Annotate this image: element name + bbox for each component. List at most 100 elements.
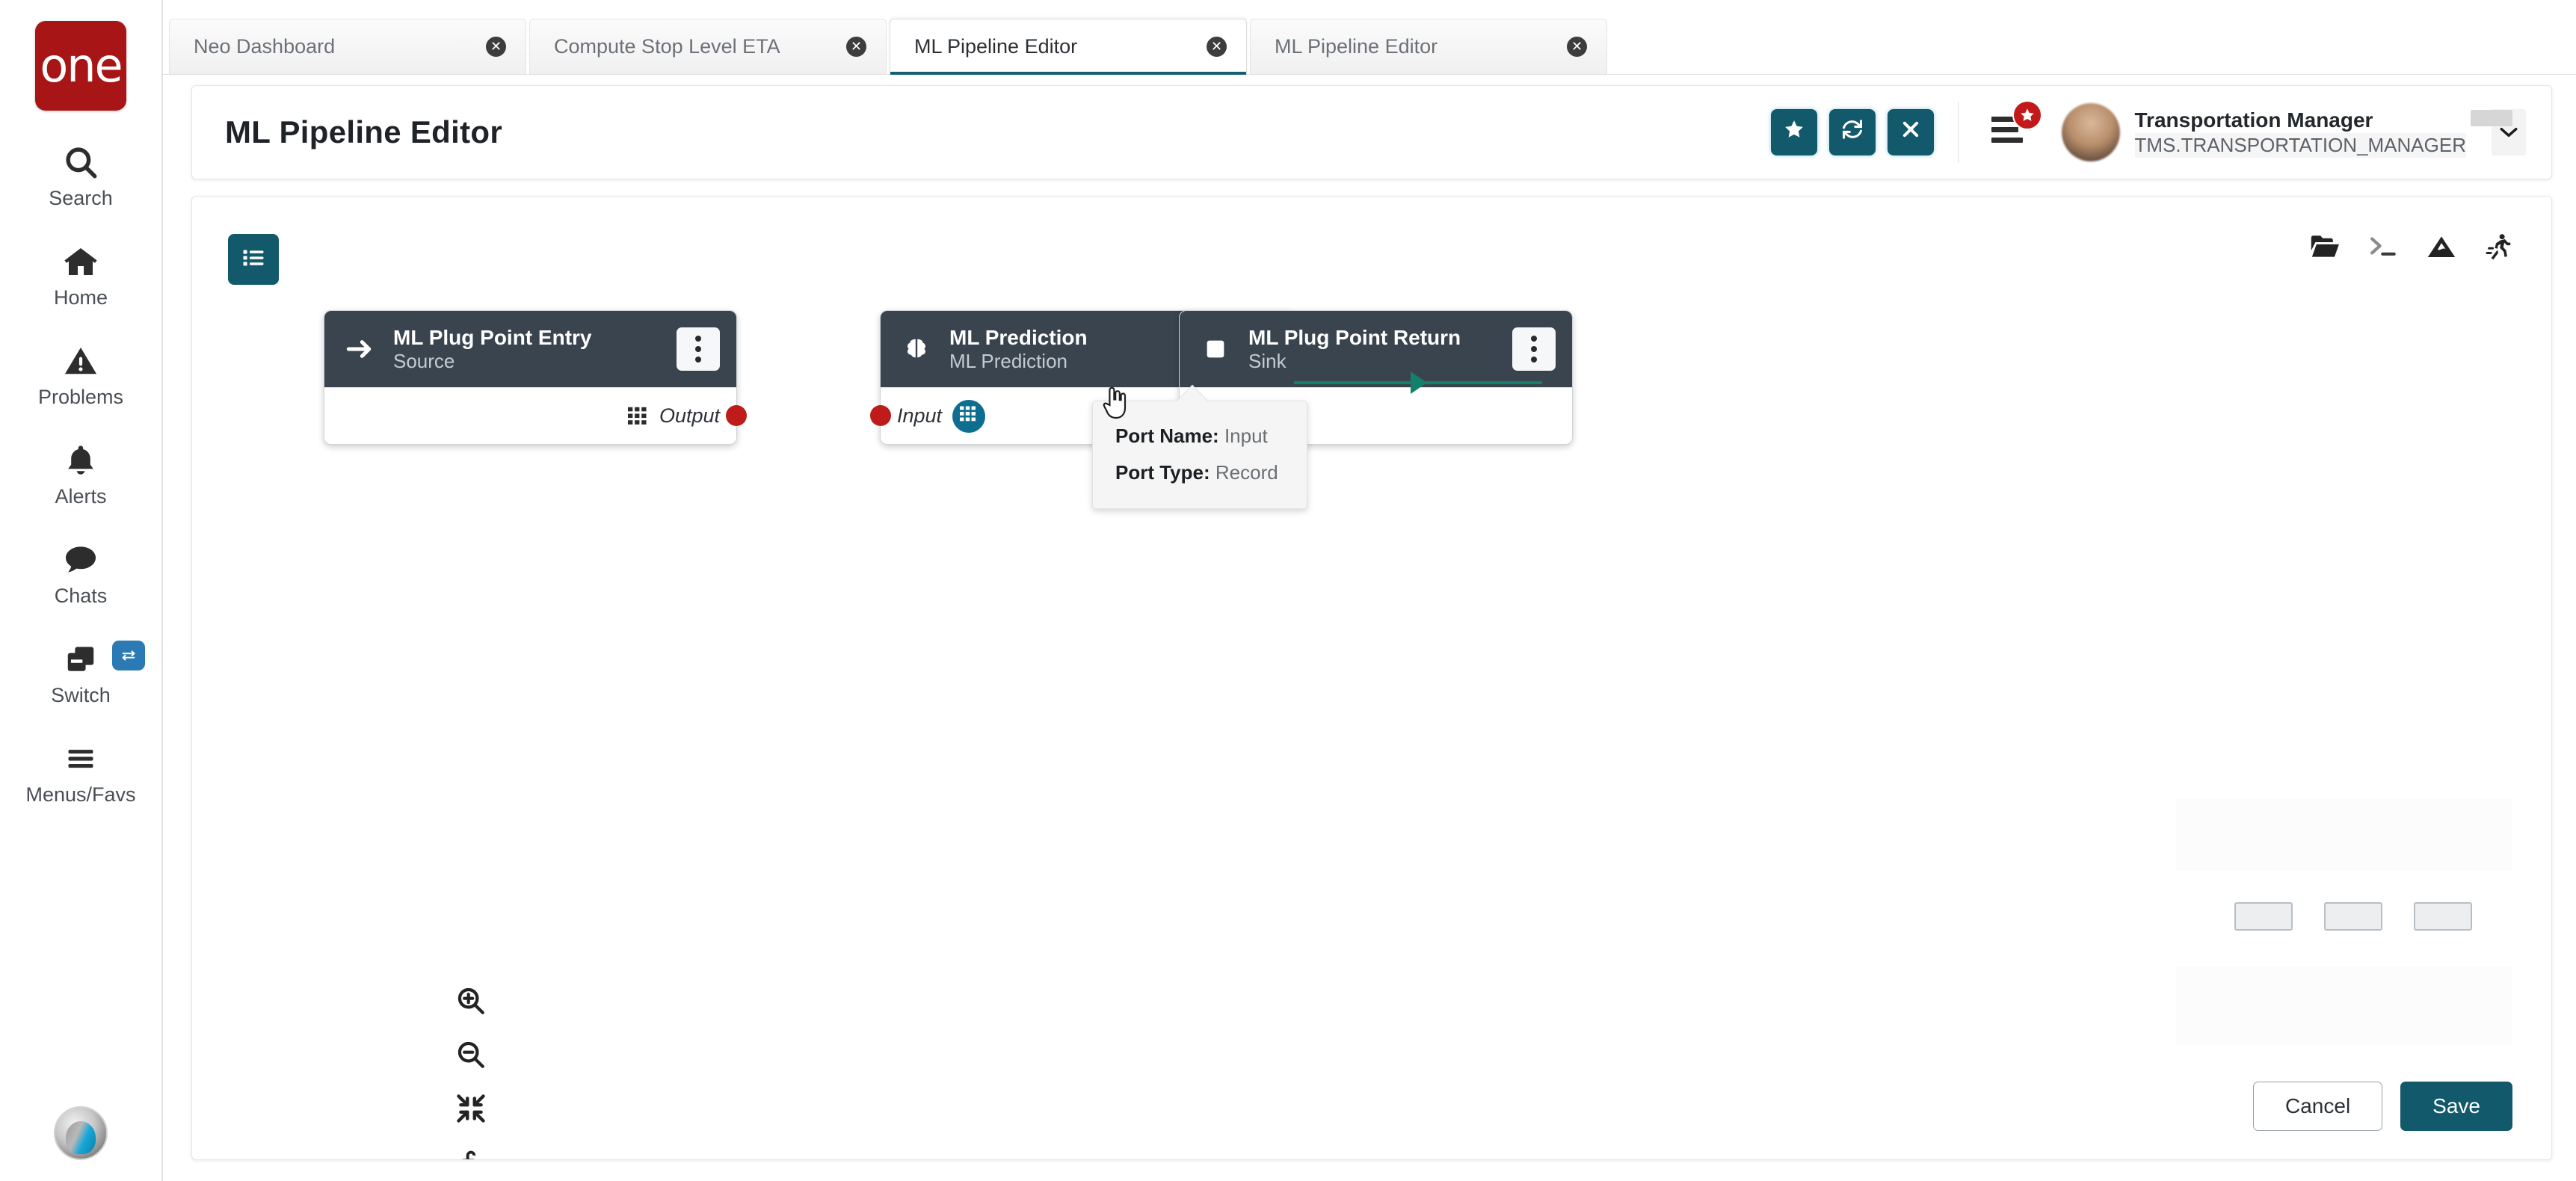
triangle-icon[interactable] — [2426, 233, 2457, 260]
windows-stack-icon — [61, 639, 100, 679]
profile-avatar[interactable] — [54, 1106, 108, 1160]
tab-strip: Neo Dashboard ✕ Compute Stop Level ETA ✕… — [163, 0, 2576, 75]
node-subtitle: ML Prediction — [949, 350, 1067, 373]
node-titles: ML Plug Point Return Sink — [1248, 325, 1496, 373]
lock-button[interactable] — [454, 1146, 488, 1159]
input-port-group: Input — [897, 399, 986, 433]
node-header: ML Plug Point Return Sink — [1180, 311, 1572, 387]
sidebar-item-chats[interactable]: Chats — [0, 540, 161, 608]
close-icon[interactable]: ✕ — [486, 37, 506, 57]
sidebar-item-label: Problems — [37, 386, 124, 408]
tab-ml-pipeline-editor-active[interactable]: ML Pipeline Editor ✕ — [890, 19, 1247, 75]
terminal-icon[interactable] — [2367, 233, 2399, 260]
close-button[interactable] — [1887, 109, 1934, 155]
sidebar-item-label: Search — [49, 187, 113, 209]
node-titles: ML Plug Point Entry Source — [393, 325, 660, 373]
sidebar-item-home[interactable]: Home — [0, 241, 161, 309]
page-title: ML Pipeline Editor — [225, 114, 502, 149]
brand-logo[interactable]: one — [35, 21, 126, 111]
canvas-top-tools — [2309, 232, 2514, 261]
folder-open-icon[interactable] — [2309, 233, 2341, 260]
close-icon[interactable]: ✕ — [846, 37, 866, 57]
refresh-icon — [1840, 117, 1864, 147]
arrow-right-icon — [344, 336, 377, 362]
port-label: Output — [659, 404, 720, 427]
port-dot-input[interactable] — [870, 405, 891, 426]
minimap-node — [2234, 902, 2293, 931]
tab-neo-dashboard[interactable]: Neo Dashboard ✕ — [169, 19, 526, 74]
zoom-toolbar — [454, 985, 488, 1159]
zoom-out-icon — [455, 1038, 487, 1075]
grid-icon — [627, 406, 649, 427]
node-titles: ML Prediction ML Prediction — [949, 325, 1216, 373]
avatar — [2061, 103, 2120, 161]
avatar-image — [66, 1121, 96, 1154]
node-subtitle: Sink — [1248, 350, 1287, 373]
sidebar-item-label: Home — [53, 286, 108, 309]
hamburger-icon — [1991, 138, 2023, 143]
sidebar-item-search[interactable]: Search — [0, 142, 161, 210]
sidebar-item-alerts[interactable]: Alerts — [0, 440, 161, 508]
header-divider — [1957, 102, 1959, 163]
hamburger-icon — [61, 738, 100, 779]
node-ml-plug-point-entry[interactable]: ML Plug Point Entry Source Output — [324, 310, 747, 445]
tab-label: Neo Dashboard — [194, 35, 336, 58]
app-root: one Search Home Problems Alerts Chats Sw… — [0, 0, 2576, 1181]
node-ports: Output — [324, 387, 736, 444]
sidebar-item-label: Chats — [54, 585, 108, 607]
star-icon — [1783, 118, 1805, 147]
connection-arrow-icon — [1411, 371, 1427, 394]
sidebar-item-problems[interactable]: Problems — [0, 341, 161, 409]
tab-ml-pipeline-editor-2[interactable]: ML Pipeline Editor ✕ — [1250, 19, 1607, 74]
sidebar-item-label: Switch — [51, 684, 111, 706]
grid-icon — [960, 405, 978, 427]
close-icon[interactable]: ✕ — [1567, 37, 1587, 57]
tab-compute-stop-level-eta[interactable]: Compute Stop Level ETA ✕ — [529, 19, 887, 74]
user-profile[interactable]: Transportation Manager TMS.TRANSPORTATIO… — [2061, 103, 2512, 161]
save-button[interactable]: Save — [2400, 1082, 2512, 1131]
minimap-node — [2414, 902, 2472, 931]
tooltip-label: Port Name: — [1115, 425, 1219, 447]
unlock-icon — [455, 1146, 487, 1159]
node-title: ML Prediction — [949, 326, 1088, 350]
tooltip-value: Record — [1215, 461, 1278, 484]
header-action-buttons — [1770, 109, 1934, 155]
square-icon — [1199, 336, 1232, 362]
tooltip-value: Input — [1224, 425, 1268, 447]
favorites-badge-star-icon — [2012, 100, 2042, 130]
favorite-button[interactable] — [1770, 109, 1817, 155]
node-header: ML Plug Point Entry Source — [324, 311, 736, 387]
footer-actions: Cancel Save — [2253, 1082, 2512, 1131]
user-role: Transportation Manager — [2135, 107, 2512, 133]
fit-to-screen-button[interactable] — [454, 1093, 488, 1127]
node-menu-button[interactable] — [677, 327, 720, 371]
sidebar-item-menus-favs[interactable]: Menus/Favs — [0, 738, 161, 807]
port-tooltip: Port Name: Input Port Type: Record — [1092, 384, 1307, 509]
minimap-node — [2324, 902, 2382, 931]
node-subtitle: Source — [393, 350, 455, 373]
home-icon — [61, 241, 100, 282]
node-list-button[interactable] — [228, 234, 279, 285]
port-grid-icon-button[interactable] — [952, 399, 986, 433]
tab-label: ML Pipeline Editor — [914, 35, 1078, 58]
tooltip-row-port-name: Port Name: Input — [1115, 418, 1284, 454]
swap-arrows-icon[interactable] — [112, 641, 145, 670]
node-menu-button[interactable] — [1512, 327, 1556, 371]
sidebar-item-switch[interactable]: Switch — [0, 639, 161, 707]
refresh-button[interactable] — [1828, 109, 1876, 155]
port-dot-output[interactable] — [726, 405, 747, 426]
tab-label: ML Pipeline Editor — [1275, 35, 1438, 58]
tooltip-label: Port Type: — [1115, 461, 1210, 484]
close-icon[interactable]: ✕ — [1207, 37, 1227, 57]
canvas-minimap[interactable] — [2176, 799, 2512, 1046]
sidebar-item-label: Alerts — [55, 485, 107, 508]
close-x-icon — [1900, 119, 1921, 146]
brand-logo-text: one — [40, 38, 123, 93]
zoom-out-button[interactable] — [454, 1039, 488, 1073]
zoom-in-button[interactable] — [454, 985, 488, 1020]
running-man-icon[interactable] — [2484, 232, 2514, 261]
menu-favorites-button[interactable] — [1982, 100, 2042, 154]
chat-bubble-icon — [61, 540, 101, 580]
cancel-button[interactable]: Cancel — [2253, 1082, 2383, 1131]
node-title: ML Plug Point Return — [1248, 326, 1461, 350]
